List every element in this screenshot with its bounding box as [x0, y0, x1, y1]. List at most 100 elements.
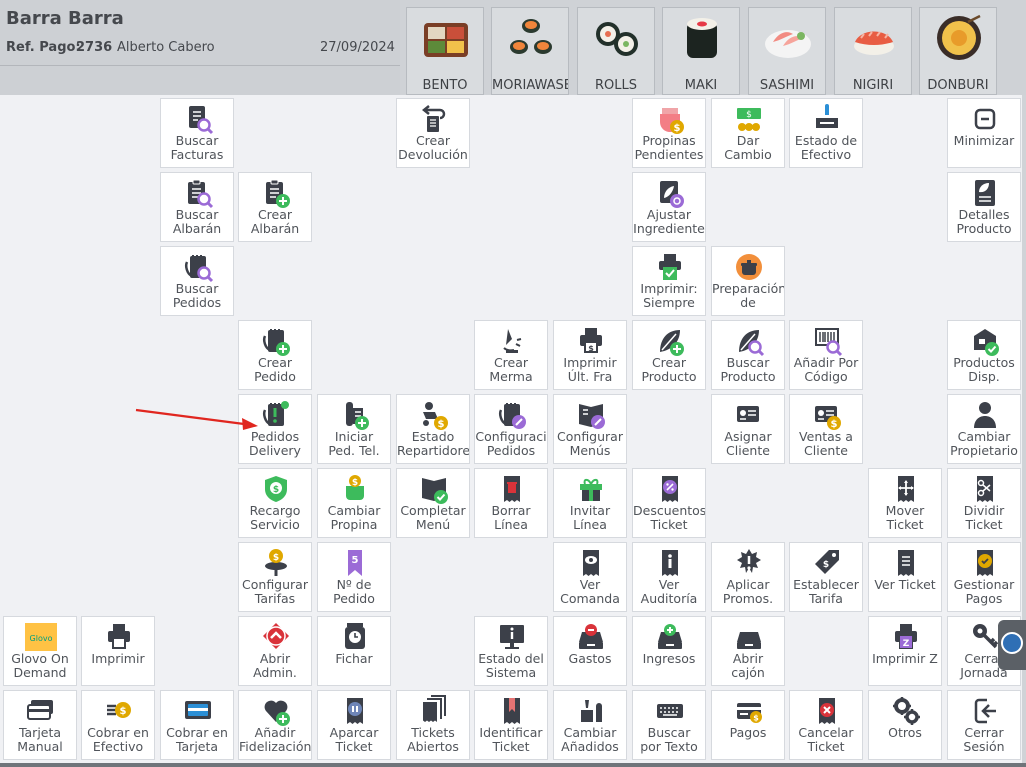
category-nigiri[interactable]: NIGIRI: [834, 7, 912, 95]
crear-pedido-button[interactable]: Crear Pedido: [238, 320, 312, 390]
button-label: Cerrar Sesión: [963, 726, 1005, 754]
ventas-a-cliente-button[interactable]: $ Ventas a Cliente: [789, 394, 863, 464]
descuentos-ticket-button[interactable]: Descuentos Ticket: [632, 468, 706, 538]
n-de-pedido-button[interactable]: 5 Nº de Pedido: [317, 542, 391, 612]
fichar-button[interactable]: Fichar: [317, 616, 391, 686]
crear-albaran-button[interactable]: Crear Albarán: [238, 172, 312, 242]
button-label: Cambiar Propietario: [950, 430, 1018, 458]
preparacion-de-button[interactable]: Preparación de: [711, 246, 785, 316]
clock-in-icon: [345, 623, 365, 649]
anadir-por-codigo-button[interactable]: Añadir Por Código: [789, 320, 863, 390]
divider: [0, 65, 400, 66]
estado-de-efectivo-button[interactable]: Estado de Efectivo: [789, 98, 863, 168]
category-rolls[interactable]: ROLLS: [577, 7, 655, 95]
pedidos-delivery-button[interactable]: Pedidos Delivery: [238, 394, 312, 464]
configurar-tarifas-button[interactable]: $ Configurar Tarifas: [238, 542, 312, 612]
category-maki[interactable]: MAKI: [662, 7, 740, 95]
configure-orders-icon: [498, 403, 526, 429]
button-label: Cancelar Ticket: [798, 726, 854, 754]
ver-auditoria-button[interactable]: Ver Auditoría: [632, 542, 706, 612]
iniciar-ped-tel-button[interactable]: Iniciar Ped. Tel.: [317, 394, 391, 464]
button-label: Productos Disp.: [953, 356, 1015, 384]
estado-repartidores-button[interactable]: $ Estado Repartidores: [396, 394, 470, 464]
cash-status-icon: [816, 104, 838, 128]
configurar-menus-button[interactable]: Configurar Menús: [553, 394, 627, 464]
button-label: Fichar: [335, 652, 373, 666]
manage-payments-icon: [977, 550, 993, 576]
identificar-ticket-button[interactable]: Identificar Ticket: [474, 690, 548, 760]
category-bento[interactable]: BENTO: [406, 7, 484, 95]
open-admin-icon: [263, 623, 289, 649]
aplicar-promos-button[interactable]: Aplicar Promos.: [711, 542, 785, 612]
crear-merma-button[interactable]: Crear Merma: [474, 320, 548, 390]
buscar-producto-button[interactable]: Buscar Producto: [711, 320, 785, 390]
buscar-por-texto-button[interactable]: Buscar por Texto: [632, 690, 706, 760]
dar-cambio-button[interactable]: $ Dar Cambio: [711, 98, 785, 168]
imprimir-siempre-button[interactable]: Imprimir: Siempre: [632, 246, 706, 316]
add-loyalty-icon: [264, 700, 290, 726]
button-label: Ventas a Cliente: [799, 430, 853, 458]
crear-devolucion-button[interactable]: Crear Devolución: [396, 98, 470, 168]
imprimir-ult-fra-button[interactable]: $ Imprimir Últ. Fra: [553, 320, 627, 390]
configuraci-pedidos-button[interactable]: Configuraci Pedidos: [474, 394, 548, 464]
side-panel-handle[interactable]: [998, 620, 1026, 670]
ajustar-ingrediente-button[interactable]: Ajustar Ingrediente: [632, 172, 706, 242]
completar-menu-button[interactable]: Completar Menú: [396, 468, 470, 538]
mover-ticket-button[interactable]: Mover Ticket: [868, 468, 942, 538]
abrir-admin-button[interactable]: Abrir Admin.: [238, 616, 312, 686]
detalles-producto-button[interactable]: Detalles Producto: [947, 172, 1021, 242]
invitar-linea-button[interactable]: Invitar Línea: [553, 468, 627, 538]
establecer-tarifa-button[interactable]: $ Establecer Tarifa: [789, 542, 863, 612]
gastos-button[interactable]: Gastos: [553, 616, 627, 686]
imprimir-z-button[interactable]: Z Imprimir Z: [868, 616, 942, 686]
category-donburi[interactable]: DONBURI: [919, 7, 997, 95]
tarjeta-manual-button[interactable]: Tarjeta Manual: [3, 690, 77, 760]
cerrar-sesion-button[interactable]: Cerrar Sesión: [947, 690, 1021, 760]
ticket-title: Barra Barra: [6, 8, 124, 29]
ver-ticket-button[interactable]: Ver Ticket: [868, 542, 942, 612]
estado-del-sistema-button[interactable]: Estado del Sistema: [474, 616, 548, 686]
anadir-fidelizacion-button[interactable]: Añadir Fidelización: [238, 690, 312, 760]
imprimir-button[interactable]: Imprimir: [81, 616, 155, 686]
cambiar-anadidos-button[interactable]: Cambiar Añadidos: [553, 690, 627, 760]
cobrar-en-tarjeta-button[interactable]: Cobrar en Tarjeta: [160, 690, 234, 760]
buscar-facturas-button[interactable]: Buscar Facturas: [160, 98, 234, 168]
ver-comanda-button[interactable]: Ver Comanda: [553, 542, 627, 612]
cancelar-ticket-button[interactable]: Cancelar Ticket: [789, 690, 863, 760]
minimizar-button[interactable]: Minimizar: [947, 98, 1021, 168]
asignar-cliente-button[interactable]: Asignar Cliente: [711, 394, 785, 464]
buscar-pedidos-button[interactable]: Buscar Pedidos: [160, 246, 234, 316]
print-z-icon: Z: [895, 624, 917, 649]
moriawase-sushi-icon: [510, 19, 552, 54]
abrir-cajon-button[interactable]: Abrir cajón: [711, 616, 785, 686]
button-label: Añadir Por Código: [793, 356, 859, 384]
split-ticket-icon: [977, 476, 993, 502]
dividir-ticket-button[interactable]: Dividir Ticket: [947, 468, 1021, 538]
category-moriawase[interactable]: MORIAWASE: [491, 7, 569, 95]
apply-promos-icon: [737, 549, 761, 573]
cambiar-propietario-button[interactable]: Cambiar Propietario: [947, 394, 1021, 464]
borrar-linea-button[interactable]: Borrar Línea: [474, 468, 548, 538]
change-tip-icon: $: [346, 475, 364, 500]
return-receipt-icon: [421, 105, 446, 132]
glovo-on-demand-button[interactable]: Glovo Glovo On Demand: [3, 616, 77, 686]
pagos-button[interactable]: $ Pagos: [711, 690, 785, 760]
recargo-servicio-button[interactable]: $ Recargo Servicio: [238, 468, 312, 538]
button-label: Otros: [888, 726, 922, 740]
aparcar-ticket-button[interactable]: Aparcar Ticket: [317, 690, 391, 760]
tickets-abiertos-button[interactable]: Tickets Abiertos: [396, 690, 470, 760]
button-label: Ver Auditoría: [640, 578, 698, 606]
crear-producto-button[interactable]: Crear Producto: [632, 320, 706, 390]
cancel-ticket-icon: [819, 698, 835, 724]
button-label: Aplicar Promos.: [722, 578, 774, 606]
category-sashimi[interactable]: SASHIMI: [748, 7, 826, 95]
buscar-albaran-button[interactable]: Buscar Albarán: [160, 172, 234, 242]
productos-disp-button[interactable]: Productos Disp.: [947, 320, 1021, 390]
propinas-pendientes-button[interactable]: $ Propinas Pendientes: [632, 98, 706, 168]
cobrar-en-efectivo-button[interactable]: $ Cobrar en Efectivo: [81, 690, 155, 760]
button-label: Pedidos Delivery: [249, 430, 301, 458]
otros-button[interactable]: Otros: [868, 690, 942, 760]
ingresos-button[interactable]: Ingresos: [632, 616, 706, 686]
cambiar-propina-button[interactable]: $ Cambiar Propina: [317, 468, 391, 538]
gestionar-pagos-button[interactable]: Gestionar Pagos: [947, 542, 1021, 612]
